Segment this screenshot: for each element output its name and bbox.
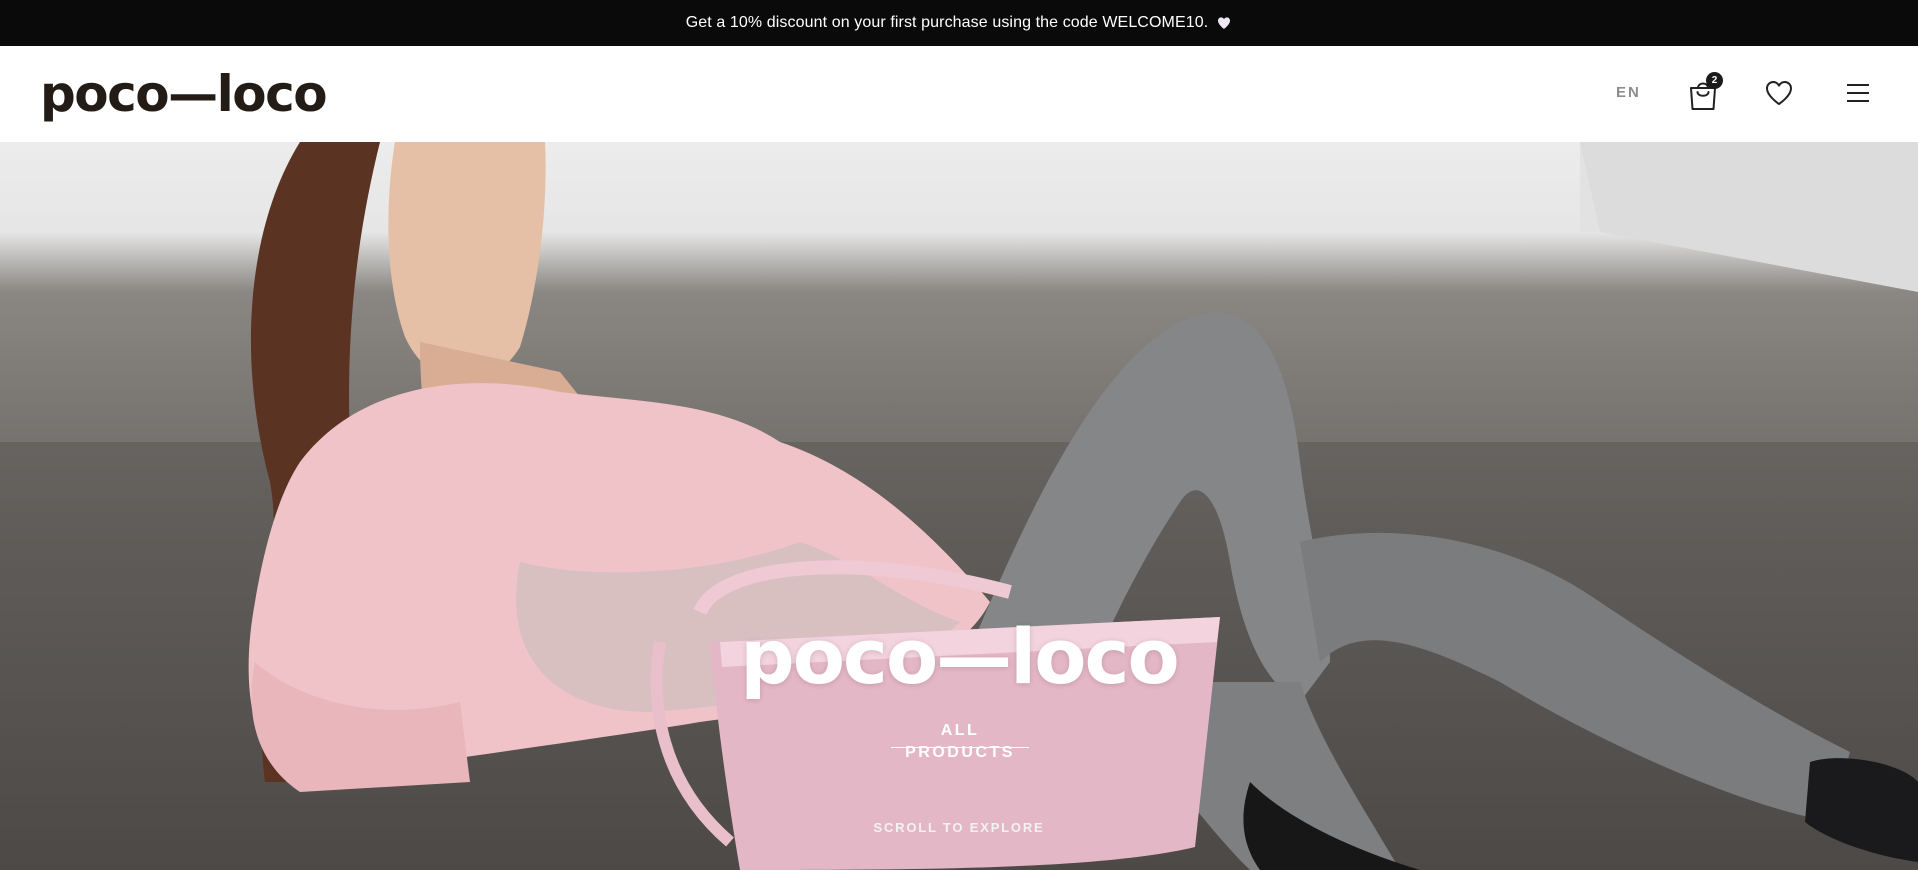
heart-icon [1218, 17, 1231, 29]
cart-count-badge: 2 [1706, 72, 1723, 89]
announcement-text: Get a 10% discount on your first purchas… [685, 14, 1209, 31]
heart-icon[interactable] [1764, 78, 1794, 108]
hero-title: poco—loco [740, 612, 1179, 701]
scroll-hint: SCROLL TO EXPLORE [873, 820, 1045, 835]
site-header: poco—loco EN 2 [0, 46, 1918, 142]
all-products-link[interactable]: ALL PRODUCTS [891, 720, 1029, 761]
hero-banner: poco—loco ALL PRODUCTS SCROLL TO EXPLORE [0, 142, 1918, 870]
announcement-bar: Get a 10% discount on your first purchas… [0, 0, 1918, 46]
hamburger-menu-icon[interactable] [1844, 80, 1872, 106]
language-selector[interactable]: EN [1616, 84, 1641, 101]
site-logo[interactable]: poco—loco [40, 64, 328, 124]
